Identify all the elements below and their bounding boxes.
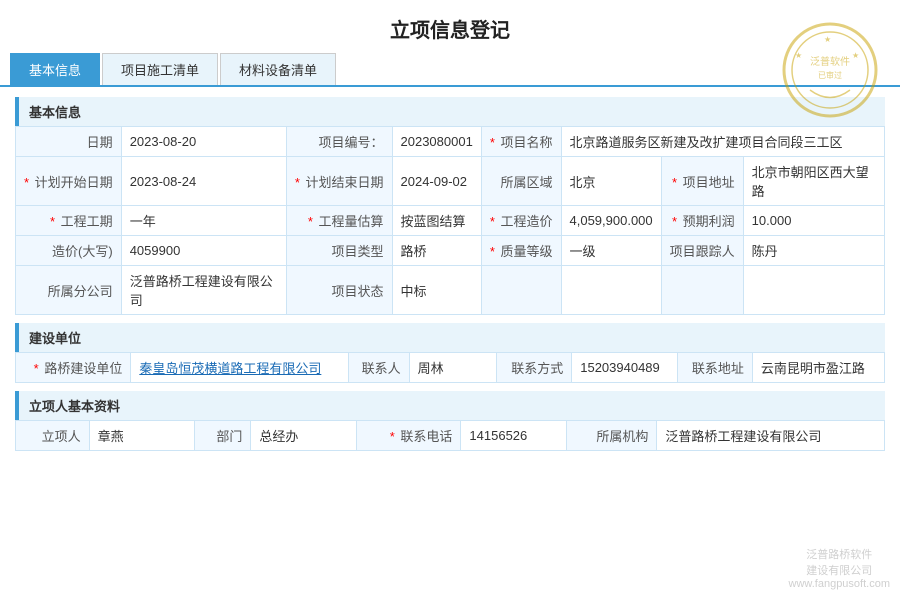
table-row: * 计划开始日期 2023-08-24 * 计划结束日期 2024-09-02 … xyxy=(16,157,885,206)
value-contact-person: 周林 xyxy=(409,353,496,383)
table-row: 日期 2023-08-20 项目编号： 2023080001 * 项目名称 北京… xyxy=(16,127,885,157)
section-header-basic: 基本信息 xyxy=(15,97,885,126)
value-empty2 xyxy=(743,266,884,315)
label-empty1 xyxy=(481,266,561,315)
table-row: 立项人 章燕 部门 总经办 * 联系电话 14156526 所属机构 泛普路桥工… xyxy=(16,421,885,451)
value-date: 2023-08-20 xyxy=(121,127,286,157)
proposer-info-table: 立项人 章燕 部门 总经办 * 联系电话 14156526 所属机构 泛普路桥工… xyxy=(15,420,885,451)
content-area: 基本信息 日期 2023-08-20 项目编号： 2023080001 * 项目… xyxy=(0,87,900,469)
label-contact-address: 联系地址 xyxy=(677,353,752,383)
label-quality: * 质量等级 xyxy=(481,236,561,266)
label-bridge-unit: * 路桥建设单位 xyxy=(16,353,131,383)
section-proposer-info: 立项人基本资料 立项人 章燕 部门 总经办 * 联系电话 14156526 所属… xyxy=(15,391,885,451)
label-region: 所属区域 xyxy=(481,157,561,206)
value-project-no: 2023080001 xyxy=(392,127,481,157)
section-basic-info: 基本信息 日期 2023-08-20 项目编号： 2023080001 * 项目… xyxy=(15,97,885,315)
label-project-name: * 项目名称 xyxy=(481,127,561,157)
watermark-line2: 建设有限公司 xyxy=(789,562,891,578)
label-phone: * 联系电话 xyxy=(356,421,461,451)
label-profit: * 预期利润 xyxy=(661,206,743,236)
value-profit: 10.000 xyxy=(743,206,884,236)
value-project-status: 中标 xyxy=(392,266,481,315)
label-org: 所属机构 xyxy=(566,421,657,451)
label-subsidiary: 所属分公司 xyxy=(16,266,122,315)
table-row: 造价(大写) 4059900 项目类型 路桥 * 质量等级 一级 项目跟踪人 陈… xyxy=(16,236,885,266)
value-dept: 总经办 xyxy=(251,421,356,451)
value-bridge-unit: 秦皇岛恒茂横道路工程有限公司 xyxy=(131,353,348,383)
value-end-date: 2024-09-02 xyxy=(392,157,481,206)
tab-materials-list[interactable]: 材料设备清单 xyxy=(220,53,336,85)
tab-basic-info[interactable]: 基本信息 xyxy=(10,53,100,85)
label-text: 日期 xyxy=(87,135,113,150)
basic-info-table: 日期 2023-08-20 项目编号： 2023080001 * 项目名称 北京… xyxy=(15,126,885,315)
value-duration: 一年 xyxy=(121,206,286,236)
value-region: 北京 xyxy=(561,157,661,206)
value-cost-capital: 4059900 xyxy=(121,236,286,266)
tab-bar: 基本信息 项目施工清单 材料设备清单 xyxy=(0,53,900,87)
value-org: 泛普路桥工程建设有限公司 xyxy=(657,421,885,451)
label-contact-method: 联系方式 xyxy=(496,353,571,383)
construction-unit-table: * 路桥建设单位 秦皇岛恒茂横道路工程有限公司 联系人 周林 联系方式 1520… xyxy=(15,352,885,383)
section-header-construction: 建设单位 xyxy=(15,323,885,352)
label-address: * 项目地址 xyxy=(661,157,743,206)
label-project-type: 项目类型 xyxy=(286,236,392,266)
label-cost-capital: 造价(大写) xyxy=(16,236,122,266)
value-tracker: 陈丹 xyxy=(743,236,884,266)
label-start-date: * 计划开始日期 xyxy=(16,157,122,206)
label-date: 日期 xyxy=(16,127,122,157)
label-tracker: 项目跟踪人 xyxy=(661,236,743,266)
table-row: * 路桥建设单位 秦皇岛恒茂横道路工程有限公司 联系人 周林 联系方式 1520… xyxy=(16,353,885,383)
label-empty2 xyxy=(661,266,743,315)
value-start-date: 2023-08-24 xyxy=(121,157,286,206)
bottom-watermark: 泛普路桥软件 建设有限公司 www.fangpusoft.com xyxy=(789,546,891,590)
label-project-no: 项目编号： xyxy=(286,127,392,157)
section-construction-unit: 建设单位 * 路桥建设单位 秦皇岛恒茂横道路工程有限公司 联系人 周林 联系方式… xyxy=(15,323,885,383)
value-project-name: 北京路道服务区新建及改扩建项目合同段三工区 xyxy=(561,127,885,157)
label-cost: * 工程造价 xyxy=(481,206,561,236)
table-row: * 工程工期 一年 * 工程量估算 按蓝图结算 * 工程造价 4,059,900… xyxy=(16,206,885,236)
value-quality: 一级 xyxy=(561,236,661,266)
label-project-status: 项目状态 xyxy=(286,266,392,315)
watermark-line1: 泛普路桥软件 xyxy=(789,546,891,562)
table-row: 所属分公司 泛普路桥工程建设有限公司 项目状态 中标 xyxy=(16,266,885,315)
value-empty1 xyxy=(561,266,661,315)
label-proposer: 立项人 xyxy=(16,421,90,451)
tab-construction-list[interactable]: 项目施工清单 xyxy=(102,53,218,85)
label-end-date: * 计划结束日期 xyxy=(286,157,392,206)
page-title: 立项信息登记 xyxy=(0,0,900,53)
value-subsidiary: 泛普路桥工程建设有限公司 xyxy=(121,266,286,315)
label-dept: 部门 xyxy=(194,421,251,451)
bridge-unit-link[interactable]: 秦皇岛恒茂横道路工程有限公司 xyxy=(139,361,321,376)
label-contact-person: 联系人 xyxy=(348,353,409,383)
required-star: * xyxy=(490,135,495,150)
value-estimate: 按蓝图结算 xyxy=(392,206,481,236)
value-contact-method: 15203940489 xyxy=(572,353,677,383)
section-header-proposer: 立项人基本资料 xyxy=(15,391,885,420)
watermark-line3: www.fangpusoft.com xyxy=(789,578,891,590)
value-cost: 4,059,900.000 xyxy=(561,206,661,236)
value-address: 北京市朝阳区西大望路 xyxy=(743,157,884,206)
value-contact-address: 云南昆明市盈江路 xyxy=(752,353,884,383)
value-phone: 14156526 xyxy=(461,421,566,451)
label-estimate: * 工程量估算 xyxy=(286,206,392,236)
value-project-type: 路桥 xyxy=(392,236,481,266)
value-proposer: 章燕 xyxy=(89,421,194,451)
label-duration: * 工程工期 xyxy=(16,206,122,236)
